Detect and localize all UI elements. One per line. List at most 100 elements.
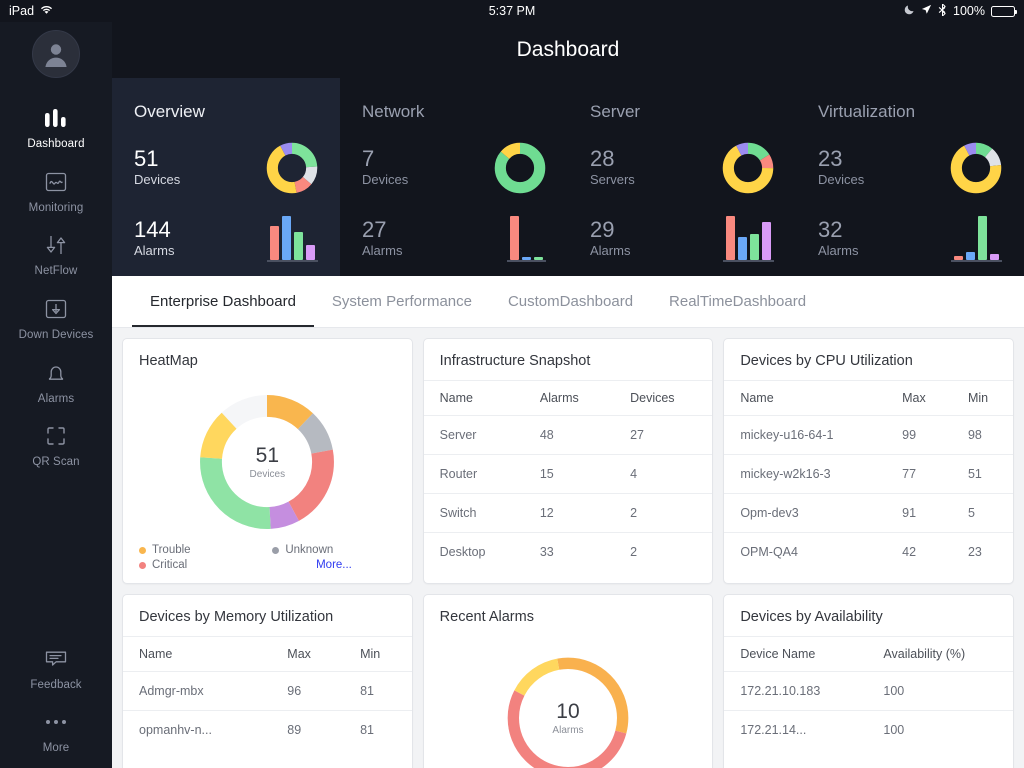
- table-row[interactable]: Admgr-mbx 96 81: [123, 671, 412, 711]
- bluetooth-icon: [938, 2, 947, 19]
- kpi-bar-sparkline: [267, 216, 318, 262]
- avatar[interactable]: [32, 30, 80, 78]
- widget-body: Device Name Availability (%) 172.21.10.18…: [724, 636, 1013, 768]
- table-cell: 98: [951, 415, 1013, 455]
- kpi-card-title: Virtualization: [818, 102, 916, 121]
- table-cell: Opm-dev3: [724, 493, 887, 533]
- legend-label: Unknown: [285, 544, 334, 556]
- widget-devices-by-availability: Devices by Availability Device Name Avail…: [723, 594, 1014, 768]
- widget-recent-alarms: Recent Alarms 10 Alarms: [422, 594, 714, 768]
- table-row[interactable]: opmanhv-n... 89 81: [123, 710, 412, 749]
- sparkline-bar: [306, 245, 315, 260]
- widget-body: Name Alarms Devices Server 48 27 Router 15 4 Swi…: [423, 380, 713, 583]
- table-row[interactable]: Server 48 27: [423, 415, 713, 455]
- widget-devices-by-cpu: Devices by CPU Utilization Name Max Min mi…: [723, 338, 1014, 584]
- device-name-label: iPad: [9, 4, 35, 18]
- table-cell: 172.21.14...: [724, 710, 868, 749]
- sidebar-item-down-devices[interactable]: Down Devices: [0, 287, 112, 351]
- table-head: Name Alarms Devices: [423, 380, 713, 416]
- table-row[interactable]: 172.21.10.183 100: [724, 671, 1013, 711]
- sidebar-item-monitoring[interactable]: Monitoring: [0, 160, 112, 224]
- table-cell: 48: [523, 415, 615, 455]
- table-cell: 2: [614, 493, 713, 533]
- status-bar: iPad 5:37 PM 100%: [0, 0, 1024, 22]
- table-cell: mickey-u16-64-1: [724, 415, 887, 455]
- sidebar-item-more[interactable]: More: [0, 700, 112, 764]
- table-header-row: Name Max Min: [123, 636, 412, 672]
- table-cell: 12: [523, 493, 615, 533]
- table-cell: 100: [867, 671, 1013, 711]
- kpi-card-virtualization[interactable]: Virtualization 23 Devices 32 Alarms: [796, 78, 1024, 276]
- bar-chart-icon: [42, 105, 70, 131]
- table-cell: opmanhv-n...: [123, 710, 272, 749]
- kpi-value: 144: [134, 217, 171, 243]
- widget-title: Devices by Memory Utilization: [139, 609, 334, 625]
- donut-graphic: 51 Devices: [193, 388, 341, 536]
- sidebar-item-qr-scan[interactable]: QR Scan: [0, 414, 112, 478]
- table-row[interactable]: Desktop 33 2: [423, 532, 713, 571]
- widget-title: HeatMap: [139, 353, 198, 369]
- heatmap-donut-chart[interactable]: 51 Devices: [123, 380, 412, 544]
- battery-percent-label: 100%: [953, 4, 985, 18]
- column-header: Min: [951, 380, 1013, 416]
- tab-system-performance[interactable]: System Performance: [314, 276, 490, 327]
- table-header-row: Name Alarms Devices: [423, 380, 713, 416]
- kpi-value: 51: [134, 146, 159, 172]
- widget-infrastructure-snapshot: Infrastructure Snapshot Name Alarms Device…: [422, 338, 714, 584]
- kpi-metric-alarms: 27 Alarms: [362, 216, 546, 262]
- sidebar-item-feedback[interactable]: Feedback: [0, 637, 112, 701]
- table-body: 172.21.10.183 100 172.21.14... 100: [724, 671, 1013, 749]
- kpi-number-block: 29 Alarms: [590, 218, 662, 260]
- kpi-label: Devices: [362, 171, 409, 187]
- donut-graphic: 10 Alarms: [498, 648, 638, 768]
- widget-title: Recent Alarms: [439, 609, 534, 625]
- sidebar-item-dashboard[interactable]: Dashboard: [0, 96, 112, 160]
- table-cell: 5: [951, 493, 1013, 533]
- widget-devices-by-memory: Devices by Memory Utilization Name Max Min…: [122, 594, 413, 768]
- tab-customdashboard[interactable]: CustomDashboard: [490, 276, 651, 327]
- recent-alarms-donut-chart[interactable]: 10 Alarms: [424, 636, 713, 768]
- sidebar-item-label: Monitoring: [28, 201, 84, 214]
- legend-item-unknown[interactable]: Unknown: [272, 544, 395, 556]
- bell-icon: [44, 360, 68, 386]
- kpi-metric-list: 28 Servers 29 Alarms: [590, 142, 774, 262]
- kpi-card-overview[interactable]: Overview 51 Devices 144 Alarms: [112, 78, 340, 276]
- kpi-donut-svg: [266, 142, 318, 194]
- table-cell: 4: [614, 454, 713, 494]
- table-cell: mickey-w2k16-3: [724, 454, 887, 494]
- kpi-card-network[interactable]: Network 7 Devices 27 Alarms: [340, 78, 568, 276]
- tab-enterprise-dashboard[interactable]: Enterprise Dashboard: [132, 276, 314, 327]
- table-row[interactable]: 172.21.14... 100: [724, 710, 1013, 749]
- legend-item-critical[interactable]: Critical: [139, 559, 262, 571]
- kpi-card-server[interactable]: Server 28 Servers 29 Alarms: [568, 78, 796, 276]
- kpi-label: Servers: [590, 171, 635, 187]
- table-head: Name Max Min: [123, 636, 412, 672]
- kpi-bar-sparkline: [507, 216, 546, 262]
- table-row[interactable]: mickey-u16-64-1 99 98: [724, 415, 1013, 455]
- sidebar: Dashboard Monitoring NetFlow Down Device…: [0, 22, 112, 768]
- table-header-row: Device Name Availability (%): [724, 636, 1013, 672]
- moon-icon: [904, 4, 915, 18]
- sidebar-item-alarms[interactable]: Alarms: [0, 351, 112, 415]
- kpi-number-block: 51 Devices: [134, 147, 206, 189]
- kpi-metric-list: 23 Devices 32 Alarms: [818, 142, 1002, 262]
- tab-realtimedashboard[interactable]: RealTimeDashboard: [651, 276, 824, 327]
- table-row[interactable]: OPM-QA4 42 23: [724, 532, 1013, 571]
- table-cell: 77: [886, 454, 952, 494]
- heatmap-more-link[interactable]: More...: [272, 559, 395, 571]
- table-row[interactable]: Opm-dev3 91 5: [724, 493, 1013, 533]
- widget-body: Name Max Min mickey-u16-64-1 99 98 mickey-w2k…: [724, 380, 1013, 583]
- table-head: Name Max Min: [724, 380, 1013, 416]
- sidebar-item-netflow[interactable]: NetFlow: [0, 223, 112, 287]
- legend-item-trouble[interactable]: Trouble: [139, 544, 262, 556]
- tab-bar: Enterprise Dashboard System Performance Cu…: [112, 276, 1024, 328]
- column-header: Availability (%): [867, 636, 1013, 672]
- table-row[interactable]: Router 15 4: [423, 454, 713, 494]
- column-header: Max: [271, 636, 345, 672]
- table-header-row: Name Max Min: [724, 380, 1013, 416]
- table-row[interactable]: Switch 12 2: [423, 493, 713, 533]
- sparkline-bars: [507, 216, 546, 262]
- table-row[interactable]: mickey-w2k16-3 77 51: [724, 454, 1013, 494]
- status-bar-clock: 5:37 PM: [488, 4, 536, 18]
- legend-swatch: [139, 546, 146, 554]
